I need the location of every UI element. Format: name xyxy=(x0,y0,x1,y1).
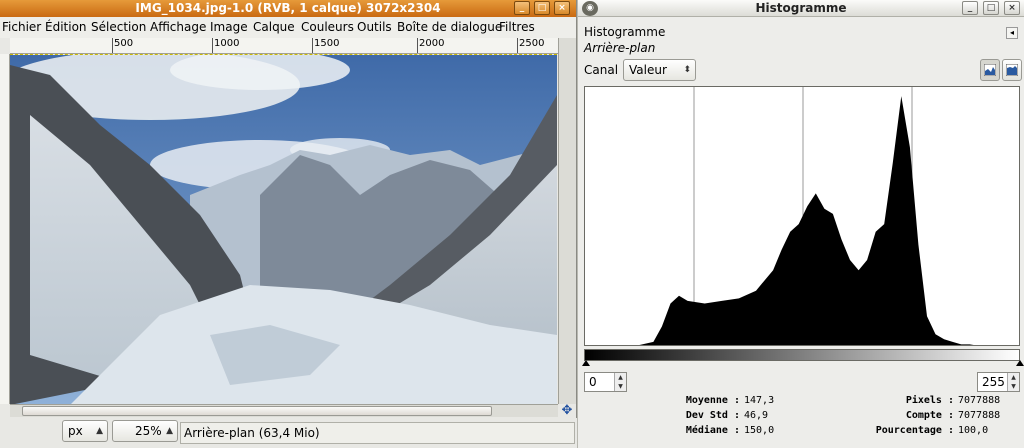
dock-menu-icon[interactable]: ◂ xyxy=(1006,27,1018,39)
median-value: 150,0 xyxy=(744,425,775,436)
channel-label: Canal : xyxy=(584,63,626,77)
horizontal-scrollbar[interactable] xyxy=(10,404,558,417)
log-scale-button[interactable] xyxy=(1002,59,1022,81)
range-start-marker[interactable] xyxy=(582,360,590,366)
menu-couleurs[interactable]: Couleurs xyxy=(301,17,354,38)
close-button[interactable]: × xyxy=(1004,1,1020,15)
menu-selection[interactable]: Sélection xyxy=(91,17,146,38)
ruler-tick xyxy=(112,38,113,53)
value-gradient-bar xyxy=(584,349,1020,361)
unit-combo[interactable]: px ▲ xyxy=(62,420,108,442)
menubar: Fichier Édition Sélection Affichage Imag… xyxy=(0,17,576,38)
vertical-scrollbar[interactable] xyxy=(558,38,576,404)
histogram-svg xyxy=(639,87,974,345)
dock-title: Histogramme xyxy=(584,25,666,39)
image-window-titlebar[interactable]: IMG_1034.jpg-1.0 (RVB, 1 calque) 3072x23… xyxy=(0,0,576,17)
unit-arrow-icon: ▲ xyxy=(96,426,103,436)
ruler-tick xyxy=(517,38,518,53)
percent-label: Pourcentage : xyxy=(875,425,954,436)
navigate-icon[interactable]: ✥ xyxy=(559,404,575,418)
count-value: 7077888 xyxy=(958,410,1001,421)
std-value: 46,9 xyxy=(744,410,769,421)
std-label: Dev Std : xyxy=(685,410,740,421)
mean-value: 147,3 xyxy=(744,395,775,406)
ruler-label: 2000 xyxy=(419,38,445,49)
histogram-window: ◉ Histogramme _ □ × Histogramme Arrière-… xyxy=(578,0,1024,448)
histogram-window-title: Histogramme xyxy=(755,1,847,15)
zoom-arrow-icon: ▲ xyxy=(166,426,173,436)
ruler-tick xyxy=(417,38,418,53)
minimize-button[interactable]: _ xyxy=(962,1,978,15)
image-window-title: IMG_1034.jpg-1.0 (RVB, 1 calque) 3072x23… xyxy=(135,1,441,15)
menu-calque[interactable]: Calque xyxy=(253,17,295,38)
gimp-logo-icon[interactable]: ◉ xyxy=(582,1,598,16)
channel-value: Valeur xyxy=(629,63,667,77)
mountain-photo xyxy=(10,55,557,404)
count-label: Compte : xyxy=(905,410,954,421)
image-window: IMG_1034.jpg-1.0 (RVB, 1 calque) 3072x23… xyxy=(0,0,577,448)
maximize-button[interactable]: □ xyxy=(983,1,999,15)
linear-scale-button[interactable] xyxy=(980,59,1000,81)
channel-arrow-icon: ⬍ xyxy=(683,65,691,75)
median-label: Médiane : xyxy=(685,425,740,436)
pixels-label: Pixels : xyxy=(905,395,954,406)
zoom-combo[interactable]: 25% ▲ xyxy=(112,420,178,442)
ruler-tick xyxy=(212,38,213,53)
ruler-label: 500 xyxy=(114,38,134,49)
layer-name: Arrière-plan xyxy=(584,41,656,55)
range-end-spinbox[interactable]: 255 ▲ ▼ xyxy=(977,372,1020,392)
range-end-marker[interactable] xyxy=(1016,360,1024,366)
menu-edition[interactable]: Édition xyxy=(45,17,87,38)
ruler-tick xyxy=(312,38,313,53)
menu-boite-de-dialogue[interactable]: Boîte de dialogue xyxy=(397,17,502,38)
spin-arrows-icon[interactable]: ▲ ▼ xyxy=(1007,373,1019,391)
menu-fichier[interactable]: Fichier xyxy=(2,17,41,38)
minimize-button[interactable]: _ xyxy=(514,1,530,15)
image-canvas[interactable] xyxy=(10,54,557,404)
range-start-value: 0 xyxy=(589,375,597,389)
ruler-label: 1000 xyxy=(214,38,240,49)
ruler-label: 1500 xyxy=(314,38,340,49)
horizontal-ruler[interactable]: 500 1000 1500 2000 2500 xyxy=(10,38,558,54)
ruler-label: 2500 xyxy=(519,38,545,49)
channel-combo[interactable]: Valeur ⬍ xyxy=(623,59,696,81)
range-start-spinbox[interactable]: 0 ▲ ▼ xyxy=(584,372,627,392)
menu-outils[interactable]: Outils xyxy=(357,17,392,38)
histogram-chart[interactable] xyxy=(584,86,1020,346)
linear-histogram-icon xyxy=(984,64,996,76)
spin-arrows-icon[interactable]: ▲ ▼ xyxy=(614,373,626,391)
percent-value: 100,0 xyxy=(958,425,989,436)
unit-value: px xyxy=(68,424,83,438)
menu-affichage[interactable]: Affichage xyxy=(150,17,206,38)
horizontal-scroll-thumb[interactable] xyxy=(22,406,492,416)
histogram-window-titlebar[interactable]: ◉ Histogramme _ □ × xyxy=(578,0,1024,17)
menu-image[interactable]: Image xyxy=(210,17,248,38)
mean-label: Moyenne : xyxy=(685,395,740,406)
vertical-ruler[interactable] xyxy=(0,54,10,404)
range-end-value: 255 xyxy=(982,375,1005,389)
pixels-value: 7077888 xyxy=(958,395,1001,406)
status-message: Arrière-plan (63,4 Mio) xyxy=(180,422,575,444)
zoom-value: 25% xyxy=(135,424,162,438)
logarithmic-histogram-icon xyxy=(1006,64,1018,76)
close-button[interactable]: × xyxy=(554,1,570,15)
maximize-button[interactable]: □ xyxy=(534,1,550,15)
menu-filtres[interactable]: Filtres xyxy=(499,17,535,38)
